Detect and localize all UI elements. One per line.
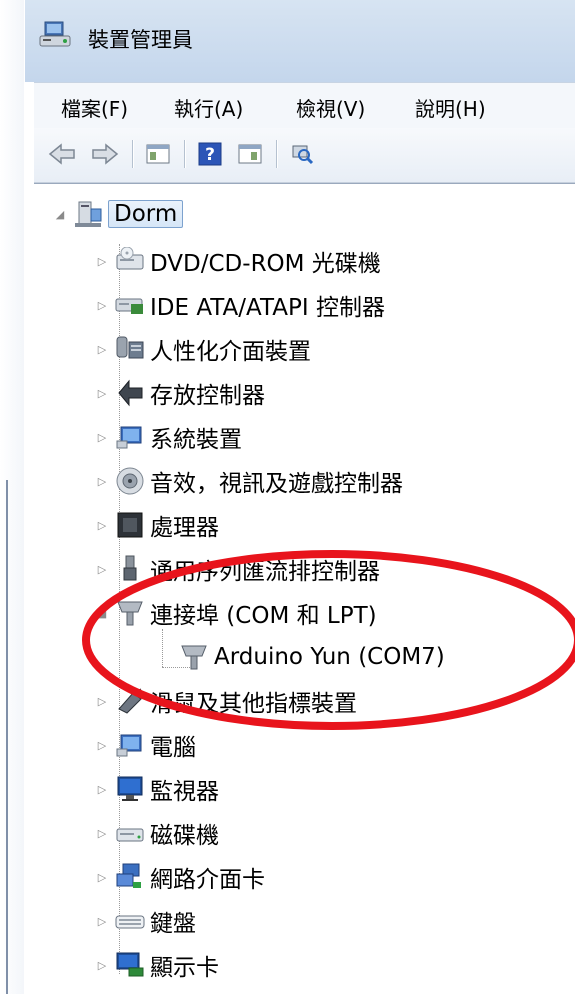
tree-item-storage[interactable]: ▷ 存放控制器 — [94, 373, 265, 413]
tree-item-keyboard[interactable]: ▷ 鍵盤 — [94, 901, 196, 941]
menu-help[interactable]: 說明(H) — [415, 93, 486, 122]
tree-guide-line — [162, 629, 163, 667]
ide-controller-icon — [114, 289, 146, 321]
background-strip — [0, 0, 24, 994]
expand-triangle-icon[interactable]: ▷ — [94, 869, 110, 885]
expand-triangle-icon[interactable]: ▷ — [94, 473, 110, 489]
scan-hardware-icon[interactable] — [286, 138, 318, 170]
expand-triangle-icon[interactable]: ▷ — [94, 297, 110, 313]
tree-item-label: 處理器 — [150, 515, 219, 541]
tree-item-network[interactable]: ▷ 網路介面卡 — [94, 857, 265, 897]
collapse-triangle-icon[interactable]: ◢ — [52, 206, 68, 222]
tree-item-label: 人性化介面裝置 — [150, 339, 311, 365]
collapse-triangle-icon[interactable]: ◢ — [94, 605, 110, 621]
tree-item-label: 電腦 — [150, 735, 196, 761]
toolbar-separator — [132, 140, 133, 168]
tree-item-hid[interactable]: ▷ 人性化介面裝置 — [94, 329, 311, 369]
tree-item-label: 音效，視訊及遊戲控制器 — [150, 471, 403, 497]
device-tree: ◢ Dorm ▷ DVD/CD-ROM 光碟機 ▷ IDE ATA/ATAPI … — [34, 183, 575, 995]
expand-triangle-icon[interactable]: ▷ — [94, 693, 110, 709]
tree-item-dvd[interactable]: ▷ DVD/CD-ROM 光碟機 — [94, 241, 381, 281]
tree-item-arduino[interactable]: Arduino Yun (COM7) — [174, 637, 445, 677]
menu-bar: 檔案(F) 執行(A) 檢視(V) 說明(H) — [34, 82, 575, 129]
tree-item-display[interactable]: ▷ 顯示卡 — [94, 945, 219, 985]
port-icon — [114, 597, 146, 629]
tree-item-mouse[interactable]: ▷ 滑鼠及其他指標裝置 — [94, 681, 357, 721]
expand-triangle-icon[interactable]: ▷ — [94, 429, 110, 445]
expand-triangle-icon[interactable]: ▷ — [94, 253, 110, 269]
toolbar: ? — [34, 128, 575, 183]
tree-item-sound[interactable]: ▷ 音效，視訊及遊戲控制器 — [94, 461, 403, 501]
toolbar-separator — [184, 140, 185, 168]
window-title: 裝置管理員 — [88, 28, 193, 52]
tree-item-ports[interactable]: ◢ 連接埠 (COM 和 LPT) — [94, 593, 377, 633]
tree-item-ide[interactable]: ▷ IDE ATA/ATAPI 控制器 — [94, 285, 385, 325]
properties-icon[interactable] — [234, 138, 266, 170]
expand-triangle-icon[interactable]: ▷ — [94, 737, 110, 753]
back-arrow-icon[interactable] — [46, 138, 78, 170]
menu-action[interactable]: 執行(A) — [174, 93, 243, 122]
tree-item-label: 鍵盤 — [150, 911, 196, 937]
sound-icon — [114, 465, 146, 497]
processor-icon — [114, 509, 146, 541]
show-hide-console-tree-icon[interactable] — [142, 138, 174, 170]
network-adapter-icon — [114, 861, 146, 893]
title-bar: 裝置管理員 — [25, 0, 575, 82]
optical-drive-icon — [114, 245, 146, 277]
tree-item-label: 連接埠 (COM 和 LPT) — [150, 603, 377, 629]
tree-item-system[interactable]: ▷ 系統裝置 — [94, 417, 242, 457]
tree-item-label: IDE ATA/ATAPI 控制器 — [150, 295, 385, 321]
tree-item-usb[interactable]: ▷ 通用序列匯流排控制器 — [94, 549, 380, 589]
help-icon[interactable]: ? — [194, 138, 226, 170]
expand-triangle-icon[interactable]: ▷ — [94, 781, 110, 797]
background-line — [6, 480, 8, 994]
menu-file[interactable]: 檔案(F) — [61, 93, 128, 122]
tree-item-processor[interactable]: ▷ 處理器 — [94, 505, 219, 545]
device-manager-icon — [39, 20, 73, 50]
forward-arrow-icon[interactable] — [89, 138, 121, 170]
usb-icon — [114, 553, 146, 585]
storage-controller-icon — [114, 377, 146, 409]
port-icon — [178, 641, 210, 673]
system-devices-icon — [114, 421, 146, 453]
expand-triangle-icon[interactable]: ▷ — [94, 957, 110, 973]
tree-item-label: Arduino Yun (COM7) — [214, 644, 445, 670]
expand-triangle-icon[interactable]: ▷ — [94, 913, 110, 929]
tree-item-label: 滑鼠及其他指標裝置 — [150, 691, 357, 717]
expand-triangle-icon[interactable]: ▷ — [94, 517, 110, 533]
tree-item-computer[interactable]: ▷ 電腦 — [94, 725, 196, 765]
tree-item-label: 顯示卡 — [150, 955, 219, 981]
tree-item-label: DVD/CD-ROM 光碟機 — [150, 251, 381, 277]
monitor-icon — [114, 773, 146, 805]
computer-icon — [114, 729, 146, 761]
display-adapter-icon — [114, 949, 146, 981]
computer-icon — [72, 198, 104, 230]
menu-view[interactable]: 檢視(V) — [296, 93, 365, 122]
tree-item-label: 監視器 — [150, 779, 219, 805]
tree-item-label: 磁碟機 — [150, 823, 219, 849]
hid-icon — [114, 333, 146, 365]
tree-root[interactable]: ◢ Dorm — [52, 194, 184, 234]
expand-triangle-icon[interactable]: ▷ — [94, 341, 110, 357]
expand-triangle-icon[interactable]: ▷ — [94, 825, 110, 841]
tree-item-label: 網路介面卡 — [150, 867, 265, 893]
mouse-icon — [114, 685, 146, 717]
svg-text:?: ? — [205, 145, 215, 165]
root-label: Dorm — [108, 200, 184, 228]
disk-drive-icon — [114, 817, 146, 849]
toolbar-separator — [276, 140, 277, 168]
tree-item-disk[interactable]: ▷ 磁碟機 — [94, 813, 219, 853]
keyboard-icon — [114, 905, 146, 937]
tree-item-label: 存放控制器 — [150, 383, 265, 409]
tree-item-monitor[interactable]: ▷ 監視器 — [94, 769, 219, 809]
expand-triangle-icon[interactable]: ▷ — [94, 561, 110, 577]
expand-triangle-icon[interactable]: ▷ — [94, 385, 110, 401]
tree-item-label: 通用序列匯流排控制器 — [150, 559, 380, 585]
tree-item-label: 系統裝置 — [150, 427, 242, 453]
